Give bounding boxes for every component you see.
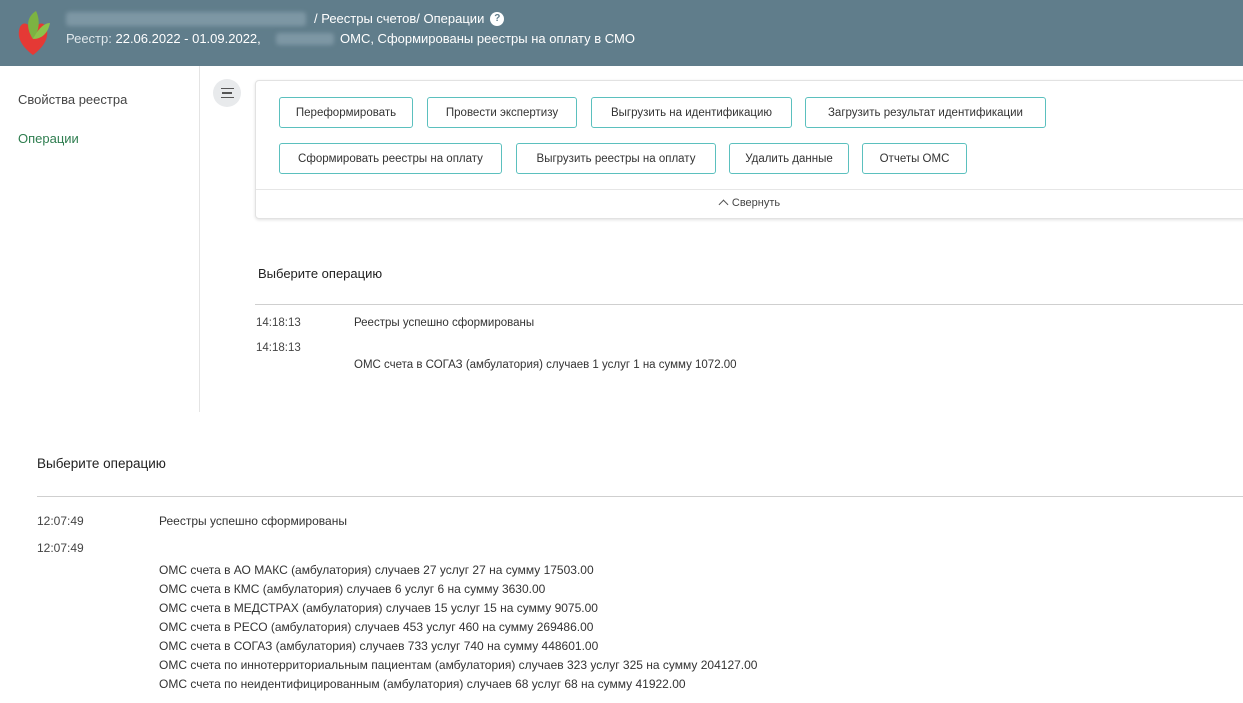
- top-log-divider: [255, 304, 1243, 305]
- bottom-log-line: ОМС счета в СОГАЗ (амбулатория) случаев …: [159, 639, 599, 653]
- export-payment-registries-button[interactable]: Выгрузить реестры на оплату: [516, 143, 716, 174]
- bottom-log-line: ОМС счета в АО МАКС (амбулатория) случае…: [159, 563, 594, 577]
- app-logo-icon[interactable]: [14, 9, 52, 57]
- blurred-registry-name: [66, 12, 306, 26]
- reform-button[interactable]: Переформировать: [279, 97, 413, 128]
- bottom-log-text-1: Реестры успешно сформированы: [159, 514, 347, 528]
- sidebar: Свойства реестра Операции: [0, 66, 200, 412]
- question-circle-icon[interactable]: ?: [490, 11, 505, 26]
- form-payment-registries-button[interactable]: Сформировать реестры на оплату: [279, 143, 502, 174]
- bottom-log-line: ОМС счета по иннотерриториальным пациент…: [159, 658, 758, 672]
- registry-dates: 22.06.2022 - 01.09.2022,: [115, 31, 261, 46]
- export-identification-button[interactable]: Выгрузить на идентификацию: [591, 97, 792, 128]
- bottom-log-title: Выберите операцию: [37, 456, 166, 471]
- breadcrumb[interactable]: / Реестры счетов/ Операции ?: [314, 11, 505, 26]
- registry-info-prefix: Реестр: 22.06.2022 - 01.09.2022,: [66, 31, 261, 46]
- bottom-log-line: ОМС счета в МЕДСТРАХ (амбулатория) случа…: [159, 601, 598, 615]
- oms-reports-button[interactable]: Отчеты ОМС: [862, 143, 967, 174]
- operations-toolbar: Переформировать Провести экспертизу Выгр…: [255, 80, 1243, 219]
- bottom-log-line: ОМС счета в КМС (амбулатория) случаев 6 …: [159, 582, 546, 596]
- registry-label: Реестр:: [66, 31, 112, 46]
- run-expertise-button[interactable]: Провести экспертизу: [427, 97, 577, 128]
- top-log-text-2: ОМС счета в СОГАЗ (амбулатория) случаев …: [354, 359, 737, 371]
- top-log-time-1: 14:18:13: [256, 317, 301, 329]
- bottom-log-line: ОМС счета в РЕСО (амбулатория) случаев 4…: [159, 620, 594, 634]
- top-log-time-2: 14:18:13: [256, 342, 301, 354]
- menu-toggle-icon[interactable]: [213, 79, 241, 107]
- bottom-log-divider: [37, 496, 1243, 497]
- bottom-log-time-2: 12:07:49: [37, 541, 84, 555]
- delete-data-button[interactable]: Удалить данные: [729, 143, 849, 174]
- load-identification-result-button[interactable]: Загрузить результат идентификации: [805, 97, 1046, 128]
- breadcrumb-text[interactable]: / Реестры счетов/ Операции: [314, 11, 484, 26]
- bottom-log-line: ОМС счета по неидентифицированным (амбул…: [159, 677, 686, 691]
- sidebar-item-operations[interactable]: Операции: [18, 131, 79, 146]
- top-log-title: Выберите операцию: [258, 266, 383, 281]
- top-log-text-1: Реестры успешно сформированы: [354, 317, 535, 329]
- blurred-registry-number: [276, 33, 334, 45]
- sidebar-item-registry-properties[interactable]: Свойства реестра: [18, 92, 127, 107]
- registry-status: ОМС, Сформированы реестры на оплату в СМ…: [340, 31, 635, 46]
- collapse-toggle[interactable]: Свернуть: [256, 197, 1243, 210]
- app-header: / Реестры счетов/ Операции ? Реестр: 22.…: [0, 0, 1243, 66]
- bottom-log-time-1: 12:07:49: [37, 514, 84, 528]
- chevron-up-icon: [718, 199, 729, 210]
- toolbar-divider: [256, 189, 1243, 190]
- collapse-label: Свернуть: [731, 197, 781, 209]
